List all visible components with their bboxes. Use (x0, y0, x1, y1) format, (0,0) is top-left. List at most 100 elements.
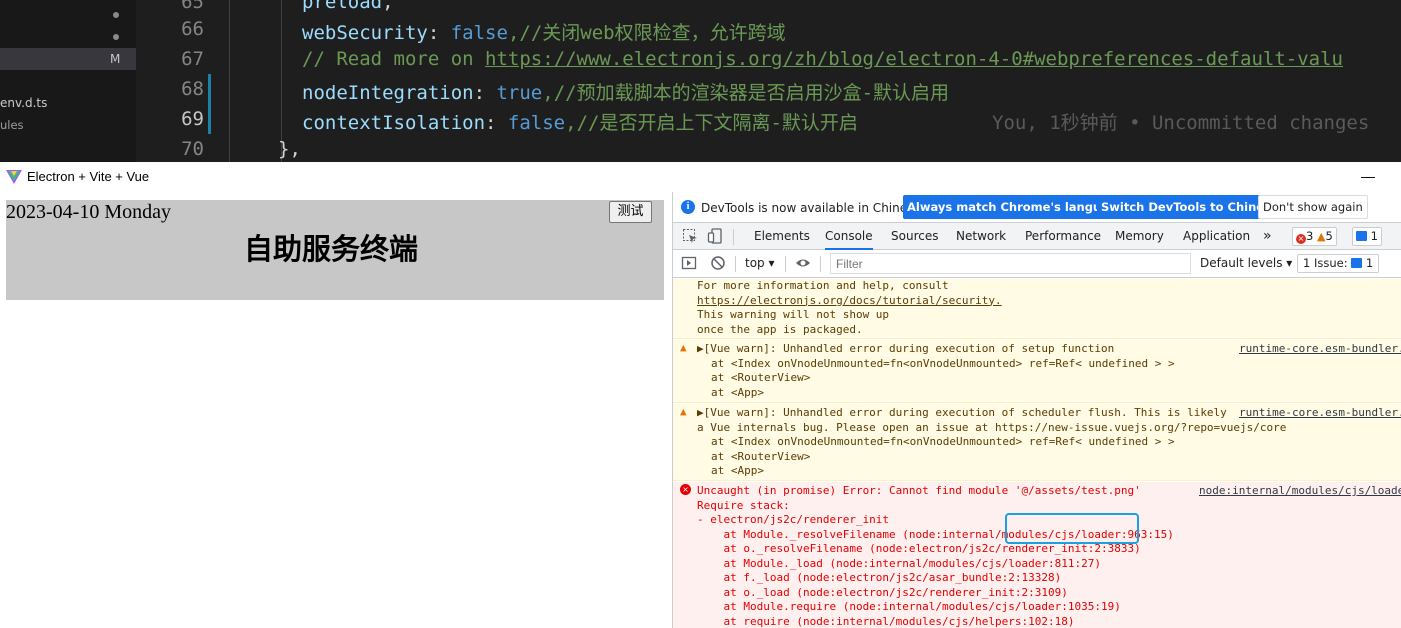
explorer-item[interactable] (0, 3, 136, 25)
tab-performance[interactable]: Performance (1025, 223, 1101, 250)
console-output[interactable]: For more information and help, consult h… (673, 279, 1401, 628)
divider (733, 229, 734, 245)
error-icon: × (680, 484, 691, 495)
code-text: }, (278, 138, 301, 160)
divider (820, 256, 821, 272)
warning-count: 5 (1325, 229, 1333, 243)
divider (785, 256, 786, 272)
inspect-element-icon[interactable] (682, 228, 698, 244)
message-icon (1356, 231, 1367, 241)
console-text: at <Index onVnodeUnmounted=fn<onVnodeUnm… (711, 435, 1175, 448)
warning-icon: ▲ (680, 341, 687, 354)
live-expression-eye-icon[interactable] (795, 255, 811, 271)
tab-console[interactable]: Console (825, 223, 873, 250)
modified-dot-icon (113, 34, 119, 40)
title-bar[interactable]: Electron + Vite + Vue — (0, 162, 1401, 192)
error-warning-counter[interactable]: × 3 ▲5 (1292, 227, 1337, 246)
devtools-tabbar: Elements Console Sources Network Perform… (673, 222, 1401, 250)
file-explorer: M env.d.ts ules (0, 0, 136, 162)
log-levels-dropdown[interactable]: Default levels ▾ (1200, 256, 1292, 270)
source-link[interactable]: node:internal/modules/cjs/loade (1199, 484, 1401, 497)
tab-network[interactable]: Network (956, 223, 1006, 250)
levels-value: Default levels (1200, 256, 1283, 270)
match-language-button[interactable]: Always match Chrome's language (903, 195, 1129, 219)
source-link[interactable]: runtime-core.esm-bundler. (1239, 406, 1401, 419)
console-warning-message[interactable]: ▲ ▶[Vue warn]: Unhandled error during ex… (673, 340, 1401, 403)
issue-icon (1351, 258, 1363, 268)
app-page: 2023-04-10 Monday 自助服务终端 测试 (0, 192, 672, 628)
more-tabs-button[interactable]: » (1263, 223, 1272, 250)
code-line-66: 66 webSecurity: false,//关闭web权限检查，允许跨域 (136, 14, 1401, 44)
vite-logo-icon (6, 170, 22, 184)
switch-to-chinese-button[interactable]: Switch DevTools to Chinese (1097, 195, 1283, 219)
explorer-item[interactable] (0, 25, 136, 47)
explorer-item-node-modules[interactable]: ules (0, 114, 136, 136)
device-toolbar-icon[interactable] (707, 228, 723, 244)
language-infobar: i DevTools is now available in Chinese! … (673, 192, 1401, 222)
code-area[interactable]: 65 preload, 66 webSecurity: false,//关闭we… (136, 0, 1401, 162)
console-text: Uncaught (in promise) Error: Cannot find… (697, 484, 1141, 497)
dropdown-arrow-icon: ▾ (1286, 256, 1293, 270)
console-text: at <App> (711, 464, 764, 477)
code-comment: // Read more on (302, 48, 486, 70)
test-button[interactable]: 测试 (609, 201, 652, 223)
electron-window: Electron + Vite + Vue — 2023-04-10 Monda… (0, 162, 1401, 628)
explorer-item-env-d-ts[interactable]: env.d.ts (0, 92, 136, 114)
tab-memory[interactable]: Memory (1115, 223, 1164, 250)
code-value: true (496, 82, 543, 104)
code-value: false (450, 22, 508, 44)
sidebar-toggle-icon[interactable] (681, 255, 697, 271)
console-text: ▶[Vue warn]: Unhandled error during exec… (697, 342, 1115, 355)
dont-show-again-button[interactable]: Don't show again (1258, 195, 1368, 219)
messages-counter[interactable]: 1 (1352, 227, 1382, 246)
dropdown-arrow-icon: ▾ (768, 256, 775, 270)
tab-sources[interactable]: Sources (891, 223, 938, 250)
code-comment: ,//预加载脚本的渲染器是否启用沙盒-默认启用 (542, 82, 950, 104)
console-error-message[interactable]: × Uncaught (in promise) Error: Cannot fi… (673, 482, 1401, 628)
console-warning-message: For more information and help, consult h… (673, 279, 1401, 339)
security-doc-link[interactable]: https://electronjs.org/docs/tutorial/sec… (697, 294, 1002, 309)
issues-button[interactable]: 1 Issue: 1 (1297, 254, 1380, 273)
line-number: 68 (181, 78, 204, 100)
console-text: at <RouterView> (711, 449, 811, 463)
git-modified-badge: M (110, 52, 121, 66)
explorer-item-active[interactable]: M (0, 48, 136, 70)
console-text: For more information and help, consult (697, 279, 949, 292)
code-punct: : (473, 82, 497, 104)
annotation-highlight-box (1005, 513, 1139, 544)
stack-line: Require stack: (697, 498, 790, 512)
date-display: 2023-04-10 Monday (6, 201, 171, 223)
message-count: 1 (1370, 229, 1378, 243)
stack-line: at o._load (node:electron/js2c/renderer_… (697, 585, 1068, 599)
devtools-panel: i DevTools is now available in Chinese! … (672, 192, 1401, 628)
code-link[interactable]: https://www.electronjs.org/zh/blog/elect… (485, 48, 1343, 70)
stack-line: at Module.require (node:internal/modules… (697, 600, 1121, 613)
minimize-button[interactable]: — (1350, 162, 1386, 192)
code-line-70: 70 }, (136, 134, 1401, 162)
context-selector[interactable]: top ▾ (745, 256, 775, 270)
line-number: 70 (181, 138, 204, 160)
source-link[interactable]: runtime-core.esm-bundler. (1239, 342, 1401, 355)
issues-label: 1 Issue: (1303, 256, 1348, 270)
warning-icon: ▲ (680, 405, 687, 418)
code-key: webSecurity (302, 22, 428, 44)
console-text: This warning will not show up (697, 308, 890, 321)
tab-elements[interactable]: Elements (754, 223, 810, 250)
explorer-item-label: env.d.ts (0, 96, 48, 110)
console-text: at <App> (711, 385, 764, 399)
clear-console-icon[interactable] (710, 255, 726, 271)
line-number: 69 (181, 108, 204, 130)
line-number: 66 (181, 18, 204, 40)
code-punct: : (427, 22, 451, 44)
tab-application[interactable]: Application (1183, 223, 1250, 250)
console-filter-input[interactable] (830, 253, 1191, 274)
console-text: at <Index onVnodeUnmounted=fn<onVnodeUnm… (711, 356, 1175, 370)
error-icon: × (1296, 234, 1306, 244)
line-number: 65 (181, 0, 204, 13)
infobar-text: DevTools is now available in Chinese! (701, 201, 926, 215)
console-text: at <RouterView> (711, 371, 811, 384)
console-text: a Vue internals bug. Please open an issu… (697, 420, 1287, 434)
console-warning-message[interactable]: ▲ ▶[Vue warn]: Unhandled error during ex… (673, 404, 1401, 481)
code-punct: , (382, 0, 394, 13)
modified-dot-icon (113, 12, 119, 18)
